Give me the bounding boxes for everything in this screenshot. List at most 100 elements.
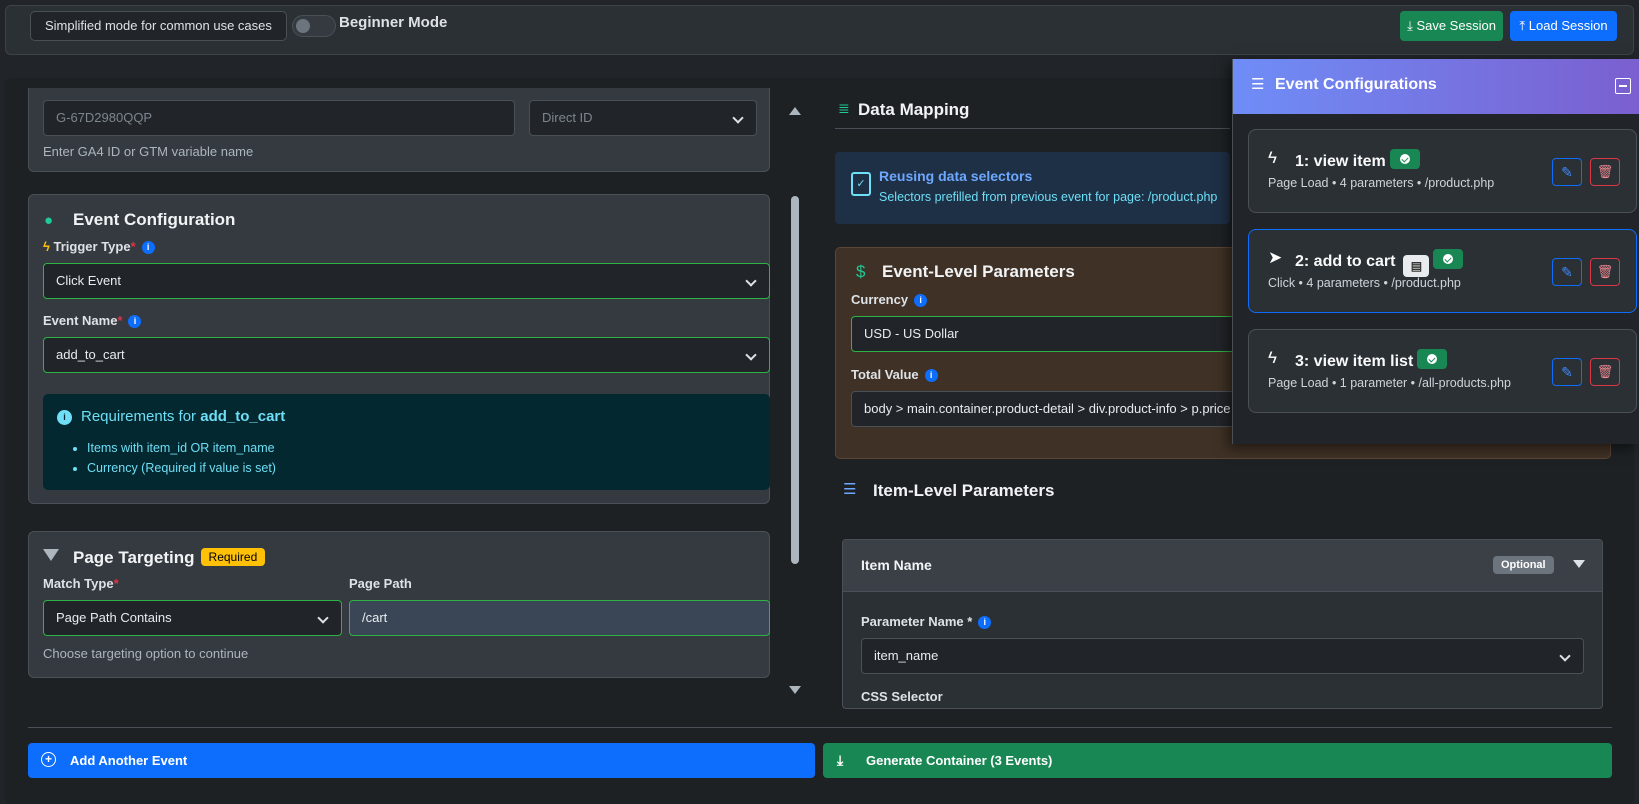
scroll-down-icon[interactable] — [789, 686, 801, 694]
event-configurations-panel: ☰ Event Configurations ϟ 1: view item Pa… — [1232, 59, 1639, 444]
chevron-down-icon — [732, 112, 744, 124]
match-type-select[interactable]: Page Path Contains — [43, 600, 342, 636]
download-icon: ⤓ — [837, 752, 844, 768]
trigger-type-value: Click Event — [56, 273, 122, 288]
collapse-caret-icon[interactable] — [1573, 560, 1585, 568]
total-value-label-text: Total Value — [851, 367, 919, 382]
add-event-label: Add Another Event — [70, 753, 188, 768]
reuse-selectors-notice: ✓ Reusing data selectors Selectors prefi… — [835, 152, 1230, 224]
data-mapping-title: Data Mapping — [858, 100, 970, 119]
generate-container-button[interactable]: ⤓ Generate Container (3 Events) — [823, 743, 1612, 778]
pencil-icon: ✎ — [1561, 264, 1573, 280]
mode-hint: Simplified mode for common use cases — [30, 11, 287, 41]
data-mapping-divider — [835, 128, 1230, 129]
total-value-input[interactable]: body > main.container.product-detail > d… — [851, 391, 1251, 427]
chevron-down-icon — [745, 275, 757, 287]
info-icon[interactable]: i — [914, 294, 928, 307]
info-icon[interactable]: i — [978, 616, 992, 629]
chevron-down-icon — [317, 612, 329, 624]
item-params-title: Item-Level Parameters — [873, 481, 1055, 500]
page-targeting-title: Page Targeting Required — [73, 548, 266, 568]
currency-label-text: Currency — [851, 292, 909, 307]
measurement-help: Enter GA4 ID or GTM variable name — [43, 144, 254, 159]
pencil-icon: ✎ — [1561, 364, 1573, 380]
event-card-1[interactable]: ϟ 1: view item Page Load • 4 parameters … — [1248, 129, 1637, 213]
optional-badge: Optional — [1493, 556, 1554, 574]
bolt-icon: ϟ — [43, 239, 50, 254]
add-another-event-button[interactable]: + Add Another Event — [28, 743, 815, 778]
check-circle-icon — [1417, 349, 1448, 369]
load-session-label: Load Session — [1528, 18, 1608, 33]
generate-container-label: Generate Container (3 Events) — [866, 753, 1053, 768]
requirement-item: Currency (Required if value is set) — [87, 458, 276, 478]
edit-button[interactable]: ✎ — [1552, 258, 1582, 286]
toggle-knob — [296, 19, 310, 33]
event-card-name-text: 1: view item — [1295, 153, 1386, 170]
list-check-icon: ☰ — [1251, 76, 1265, 93]
event-config-title: Event Configuration — [73, 210, 236, 229]
beginner-mode-toggle[interactable] — [292, 15, 336, 37]
requirements-prefix: Requirements for — [81, 408, 197, 425]
event-name-value: add_to_cart — [56, 347, 125, 362]
parameter-name-value: item_name — [874, 648, 939, 663]
chevron-down-icon — [1559, 650, 1571, 662]
reuse-text: Selectors prefilled from previous event … — [879, 190, 1218, 204]
top-toolbar: Simplified mode for common use cases Beg… — [5, 5, 1634, 55]
match-type-label-text: Match Type — [43, 576, 114, 591]
event-name-select[interactable]: add_to_cart — [43, 337, 770, 373]
total-value-label: Total Value i — [851, 367, 938, 382]
requirements-box: i Requirements for add_to_cart Items wit… — [43, 394, 770, 490]
tag-icon: ● — [44, 212, 54, 229]
currency-select[interactable]: USD - US Dollar — [851, 316, 1251, 352]
filter-icon — [43, 549, 59, 561]
pencil-icon: ✎ — [1561, 164, 1573, 180]
bolt-icon: ϟ — [1268, 348, 1277, 367]
delete-button[interactable]: 🗑 — [1590, 158, 1620, 186]
check-circle-icon — [1433, 249, 1464, 269]
event-card-name: 2: add to cart ▤ — [1295, 249, 1464, 277]
event-params-title: Event-Level Parameters — [882, 262, 1075, 281]
clipboard-icon: ▤ — [1403, 255, 1430, 277]
parameter-name-select[interactable]: item_name — [861, 638, 1584, 674]
trash-icon: 🗑 — [1596, 164, 1614, 179]
id-type-select[interactable]: Direct ID — [529, 100, 757, 136]
plus-circle-icon: + — [41, 752, 56, 767]
trigger-type-label-text: Trigger Type — [53, 239, 131, 254]
event-card-name-text: 2: add to cart — [1295, 253, 1396, 270]
trash-icon: 🗑 — [1596, 364, 1614, 379]
page-path-input[interactable]: /cart — [349, 600, 770, 636]
load-session-button[interactable]: ⤒ Load Session — [1510, 11, 1617, 41]
requirement-item: Items with item_id OR item_name — [87, 438, 276, 458]
event-card-meta: Click • 4 parameters • /product.php — [1268, 276, 1461, 290]
delete-button[interactable]: 🗑 — [1590, 258, 1620, 286]
edit-button[interactable]: ✎ — [1552, 158, 1582, 186]
trash-icon: 🗑 — [1596, 264, 1614, 279]
event-card-meta: Page Load • 1 parameter • /all-products.… — [1268, 376, 1511, 390]
info-icon[interactable]: i — [924, 369, 938, 382]
event-name-label-text: Event Name — [43, 313, 118, 328]
measurement-card: G-67D2980QQP Direct ID Enter GA4 ID or G… — [28, 88, 770, 172]
download-icon: ⤓ — [1407, 18, 1413, 33]
minimize-icon[interactable] — [1615, 78, 1631, 94]
css-selector-label: CSS Selector — [861, 689, 943, 704]
edit-button[interactable]: ✎ — [1552, 358, 1582, 386]
dollar-icon: $ — [856, 262, 866, 281]
event-card-3[interactable]: ϟ 3: view item list Page Load • 1 parame… — [1248, 329, 1637, 413]
save-session-button[interactable]: ⤓ Save Session — [1400, 11, 1503, 41]
scroll-up-icon[interactable] — [789, 107, 801, 115]
scrollbar-thumb[interactable] — [791, 196, 799, 564]
item-name-header[interactable]: Item Name Optional — [843, 540, 1602, 592]
measurement-id-input[interactable]: G-67D2980QQP — [43, 100, 515, 136]
database-icon: ≣ — [838, 100, 850, 116]
save-session-label: Save Session — [1416, 18, 1496, 33]
delete-button[interactable]: 🗑 — [1590, 358, 1620, 386]
requirements-title: Requirements for add_to_cart — [81, 408, 285, 425]
page-path-label: Page Path — [349, 576, 412, 591]
parameter-name-label-text: Parameter Name * — [861, 614, 973, 629]
page-targeting-help: Choose targeting option to continue — [43, 646, 249, 661]
info-icon[interactable]: i — [128, 315, 142, 328]
beginner-mode-label: Beginner Mode — [339, 14, 448, 31]
info-icon[interactable]: i — [141, 241, 155, 254]
trigger-type-select[interactable]: Click Event — [43, 263, 770, 299]
event-card-2[interactable]: ➤ 2: add to cart ▤ Click • 4 parameters •… — [1248, 229, 1637, 313]
